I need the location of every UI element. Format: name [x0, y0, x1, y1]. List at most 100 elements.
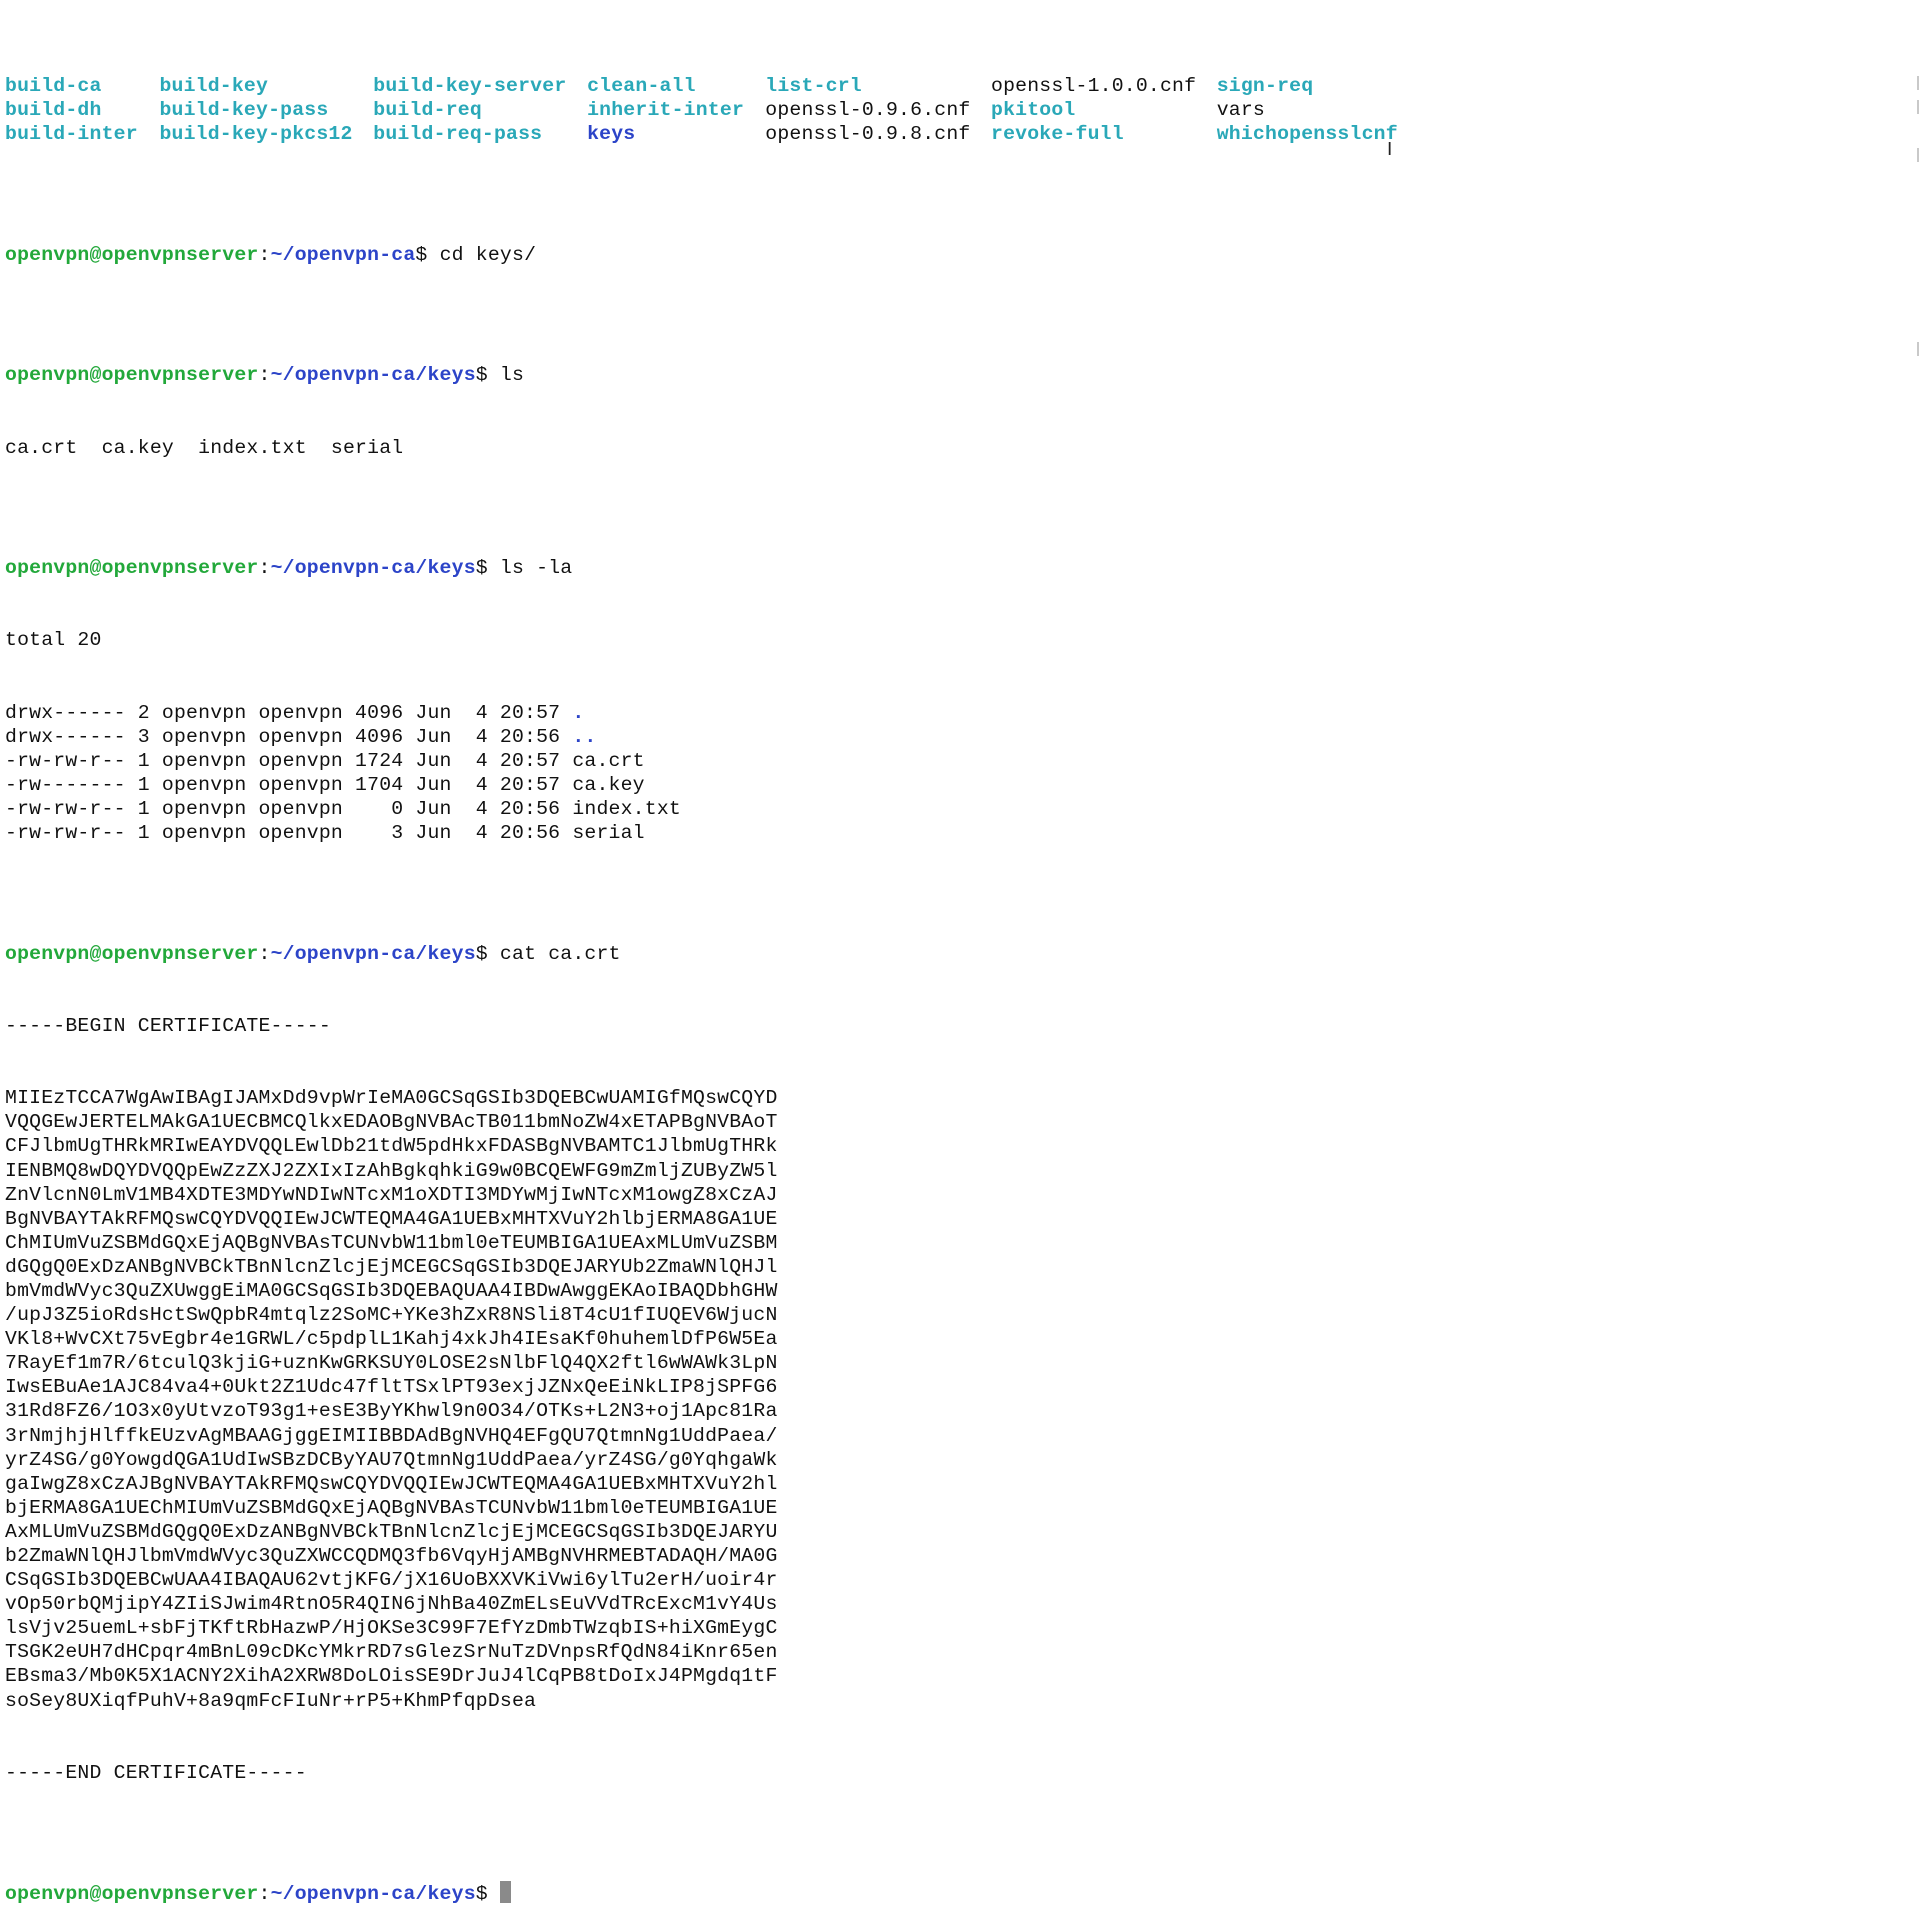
prompt-user-host: openvpn@openvpnserver	[5, 942, 259, 965]
certificate-line: vOp50rbQMjipY4ZIiSJwim4RtnO5R4QIN6jNhBa4…	[5, 1593, 778, 1616]
certificate-line: b2ZmaWNlQHJlbmVmdWVyc3QuZXWCCQDMQ3fb6Vqy…	[5, 1545, 778, 1567]
certificate-line: bmVmdWVyc3QuZXUwggEiMA0GCSqGSIb3DQEBAQUA…	[5, 1279, 778, 1302]
prompt-user-host: openvpn@openvpnserver	[5, 557, 259, 580]
scroll-edge-mark	[1917, 148, 1919, 162]
certificate-line: /upJ3Z5ioRdsHctSwQpbR4mtqlz2SoMC+YKe3hZx…	[5, 1304, 778, 1327]
entry-meta: drwx------ 3 openvpn openvpn 4096 Jun 4 …	[5, 725, 573, 748]
block-cursor[interactable]	[499, 1881, 511, 1904]
listing-row: build-ca build-key build-key-server clean-a…	[5, 74, 1905, 98]
listing-item: build-inter	[5, 123, 138, 146]
certificate-line: 3rNmjhjHlffkEUzvAgMBAAGjggEIMIIBBDAdBgNV…	[5, 1424, 778, 1447]
prompt-line-active[interactable]: openvpn@openvpnserver:~/openvpn-ca/keys$	[5, 1881, 1905, 1905]
ls-la-total: total 20	[5, 629, 102, 652]
listing-item: pkitool	[991, 99, 1076, 122]
certificate-line: CFJlbmUgTHRkMRIwEAYDVQQLEwlDb21tdW5pdHkx…	[5, 1135, 778, 1158]
certificate-begin: -----BEGIN CERTIFICATE-----	[5, 1014, 331, 1037]
entry-name: .	[572, 701, 585, 724]
listing-item: whichopensslcnf	[1216, 123, 1398, 146]
prompt-path: ~/openvpn-ca/keys	[270, 1883, 476, 1906]
listing-row: build-dh build-key-pass build-req inherit-i…	[5, 98, 1905, 122]
prompt-line-ls: openvpn@openvpnserver:~/openvpn-ca/keys$…	[5, 363, 1905, 387]
file-listing: build-ca build-key build-key-server clean-a…	[5, 74, 1905, 146]
terminal-window[interactable]: build-ca build-key build-key-server clean-a…	[5, 2, 1905, 1905]
certificate-line: 7RayEf1m7R/6tculQ3kjiG+uznKwGRKSUY0LOSE2…	[5, 1352, 778, 1375]
certificate-line: TSGK2eUH7dHCpqr4mBnL09cDKcYMkrRD7sGlezSr…	[5, 1641, 778, 1664]
listing-item: build-ca	[5, 75, 102, 98]
entry-meta: drwx------ 2 openvpn openvpn 4096 Jun 4 …	[5, 701, 573, 724]
prompt-separator: :	[258, 557, 271, 580]
listing-item: build-key	[159, 75, 269, 98]
listing-item: vars	[1216, 99, 1266, 122]
certificate-end: -----END CERTIFICATE-----	[5, 1761, 307, 1784]
prompt-line-cd: openvpn@openvpnserver:~/openvpn-ca$ cd k…	[5, 243, 1905, 267]
listing-item: openssl-0.9.8.cnf	[765, 123, 971, 146]
prompt-line-cat: openvpn@openvpnserver:~/openvpn-ca/keys$…	[5, 942, 1905, 966]
scroll-edge-mark	[1917, 100, 1919, 114]
prompt-separator: :	[258, 1883, 271, 1906]
certificate-line: soSey8UXiqfPuhV+8a9qmFcFIuNr+rP5+KhmPfqp…	[5, 1689, 537, 1712]
certificate-line: MIIEzTCCA7WgAwIBAgIJAMxDd9vpWrIeMA0GCSqG…	[5, 1087, 778, 1110]
prompt-symbol: $	[415, 243, 428, 266]
certificate-line: VQQGEwJERTELMAkGA1UECBMCQlkxEDAOBgNVBAcT…	[5, 1111, 778, 1134]
ls-la-entries: drwx------ 2 openvpn openvpn 4096 Jun 4 …	[5, 701, 1905, 846]
certificate-line: 31Rd8FZ6/1O3x0yUtvzoT93g1+esE3ByYKhwl9n0…	[5, 1400, 778, 1423]
prompt-separator: :	[258, 243, 271, 266]
listing-item: build-dh	[5, 99, 102, 122]
prompt-symbol: $	[475, 1883, 488, 1906]
entry-meta: -rw------- 1 openvpn openvpn 1704 Jun 4 …	[5, 774, 573, 796]
certificate-line: VKl8+WvCXt75vEgbr4e1GRWL/c5pdplL1Kahj4xk…	[5, 1328, 778, 1351]
listing-item: sign-req	[1216, 75, 1314, 98]
scroll-edge-mark	[1917, 76, 1919, 90]
scroll-edge-mark	[1917, 342, 1919, 356]
certificate-body: MIIEzTCCA7WgAwIBAgIJAMxDd9vpWrIeMA0GCSqG…	[5, 1086, 1905, 1712]
entry-name: ca.crt	[572, 749, 645, 772]
listing-item: inherit-inter	[587, 99, 745, 122]
command-text: cd keys/	[439, 243, 537, 266]
listing-row: build-inter build-key-pkcs12 build-req-pas…	[5, 122, 1905, 146]
prompt-separator: :	[258, 942, 271, 965]
prompt-line-ls-la: openvpn@openvpnserver:~/openvpn-ca/keys$…	[5, 556, 1905, 580]
listing-item: build-req	[373, 99, 482, 122]
ls-la-entry: -rw-rw-r-- 1 openvpn openvpn 1724 Jun 4 …	[5, 749, 1905, 773]
certificate-line: dGQgQ0ExDzANBgNVBCkTBnNlcnZlcjEjMCEGCSqG…	[5, 1255, 778, 1278]
prompt-path: ~/openvpn-ca/keys	[270, 942, 476, 965]
listing-item: build-req-pass	[373, 123, 543, 146]
listing-item: build-key-pkcs12	[159, 123, 353, 146]
certificate-line: yrZ4SG/g0YowgdQGA1UdIwSBzDCByYAU7QtmnNg1…	[5, 1448, 778, 1471]
listing-item: build-key-pass	[159, 99, 329, 122]
certificate-line: lsVjv25uemL+sbFjTKftRbHazwP/HjOKSe3C99F7…	[5, 1617, 778, 1640]
prompt-symbol: $	[475, 364, 488, 387]
listing-item: revoke-full	[991, 123, 1124, 146]
entry-name: ca.key	[572, 774, 645, 796]
listing-item: clean-all	[587, 75, 696, 98]
prompt-user-host: openvpn@openvpnserver	[5, 1883, 259, 1906]
certificate-line: BgNVBAYTAkRFMQswCQYDVQQIEwJCWTEQMA4GA1UE…	[5, 1207, 778, 1230]
certificate-line: EBsma3/Mb0K5X1ACNY2XihA2XRW8DoLOisSE9DrJ…	[5, 1665, 778, 1688]
prompt-path: ~/openvpn-ca/keys	[270, 364, 476, 387]
ls-output: ca.crt ca.key index.txt serial	[5, 436, 404, 459]
ls-la-entry: drwx------ 3 openvpn openvpn 4096 Jun 4 …	[5, 725, 1905, 749]
listing-item: list-crl	[765, 75, 862, 98]
ls-la-entry: drwx------ 2 openvpn openvpn 4096 Jun 4 …	[5, 701, 1905, 725]
prompt-symbol: $	[475, 942, 488, 965]
certificate-line: ChMIUmVuZSBMdGQxEjAQBgNVBAsTCUNvbW11bml0…	[5, 1231, 778, 1254]
listing-item: build-key-server	[373, 75, 567, 98]
listing-item: openssl-1.0.0.cnf	[991, 75, 1197, 98]
entry-meta: -rw-rw-r-- 1 openvpn openvpn 3 Jun 4 20:…	[5, 822, 573, 845]
certificate-line: bjERMA8GA1UEChMIUmVuZSBMdGQxEjAQBgNVBAsT…	[5, 1496, 778, 1519]
listing-item: keys	[587, 123, 636, 146]
entry-name: index.txt	[572, 798, 681, 821]
ls-la-entry: -rw------- 1 openvpn openvpn 1704 Jun 4 …	[5, 773, 1905, 797]
prompt-path: ~/openvpn-ca/keys	[270, 557, 476, 580]
ls-la-entry: -rw-rw-r-- 1 openvpn openvpn 3 Jun 4 20:…	[5, 821, 1905, 845]
entry-meta: -rw-rw-r-- 1 openvpn openvpn 1724 Jun 4 …	[5, 749, 573, 772]
command-text: ls -la	[499, 557, 573, 580]
certificate-line: IwsEBuAe1AJC84va4+0Ukt2Z1Udc47fltTSxlPT9…	[5, 1376, 778, 1399]
listing-item: openssl-0.9.6.cnf	[765, 99, 971, 122]
entry-meta: -rw-rw-r-- 1 openvpn openvpn 0 Jun 4 20:…	[5, 798, 573, 821]
prompt-separator: :	[258, 364, 271, 387]
certificate-line: gaIwgZ8xCzAJBgNVBAYTAkRFMQswCQYDVQQIEwJC…	[5, 1472, 778, 1495]
prompt-user-host: openvpn@openvpnserver	[5, 364, 259, 387]
entry-name: serial	[572, 822, 645, 845]
ls-la-entry: -rw-rw-r-- 1 openvpn openvpn 0 Jun 4 20:…	[5, 797, 1905, 821]
